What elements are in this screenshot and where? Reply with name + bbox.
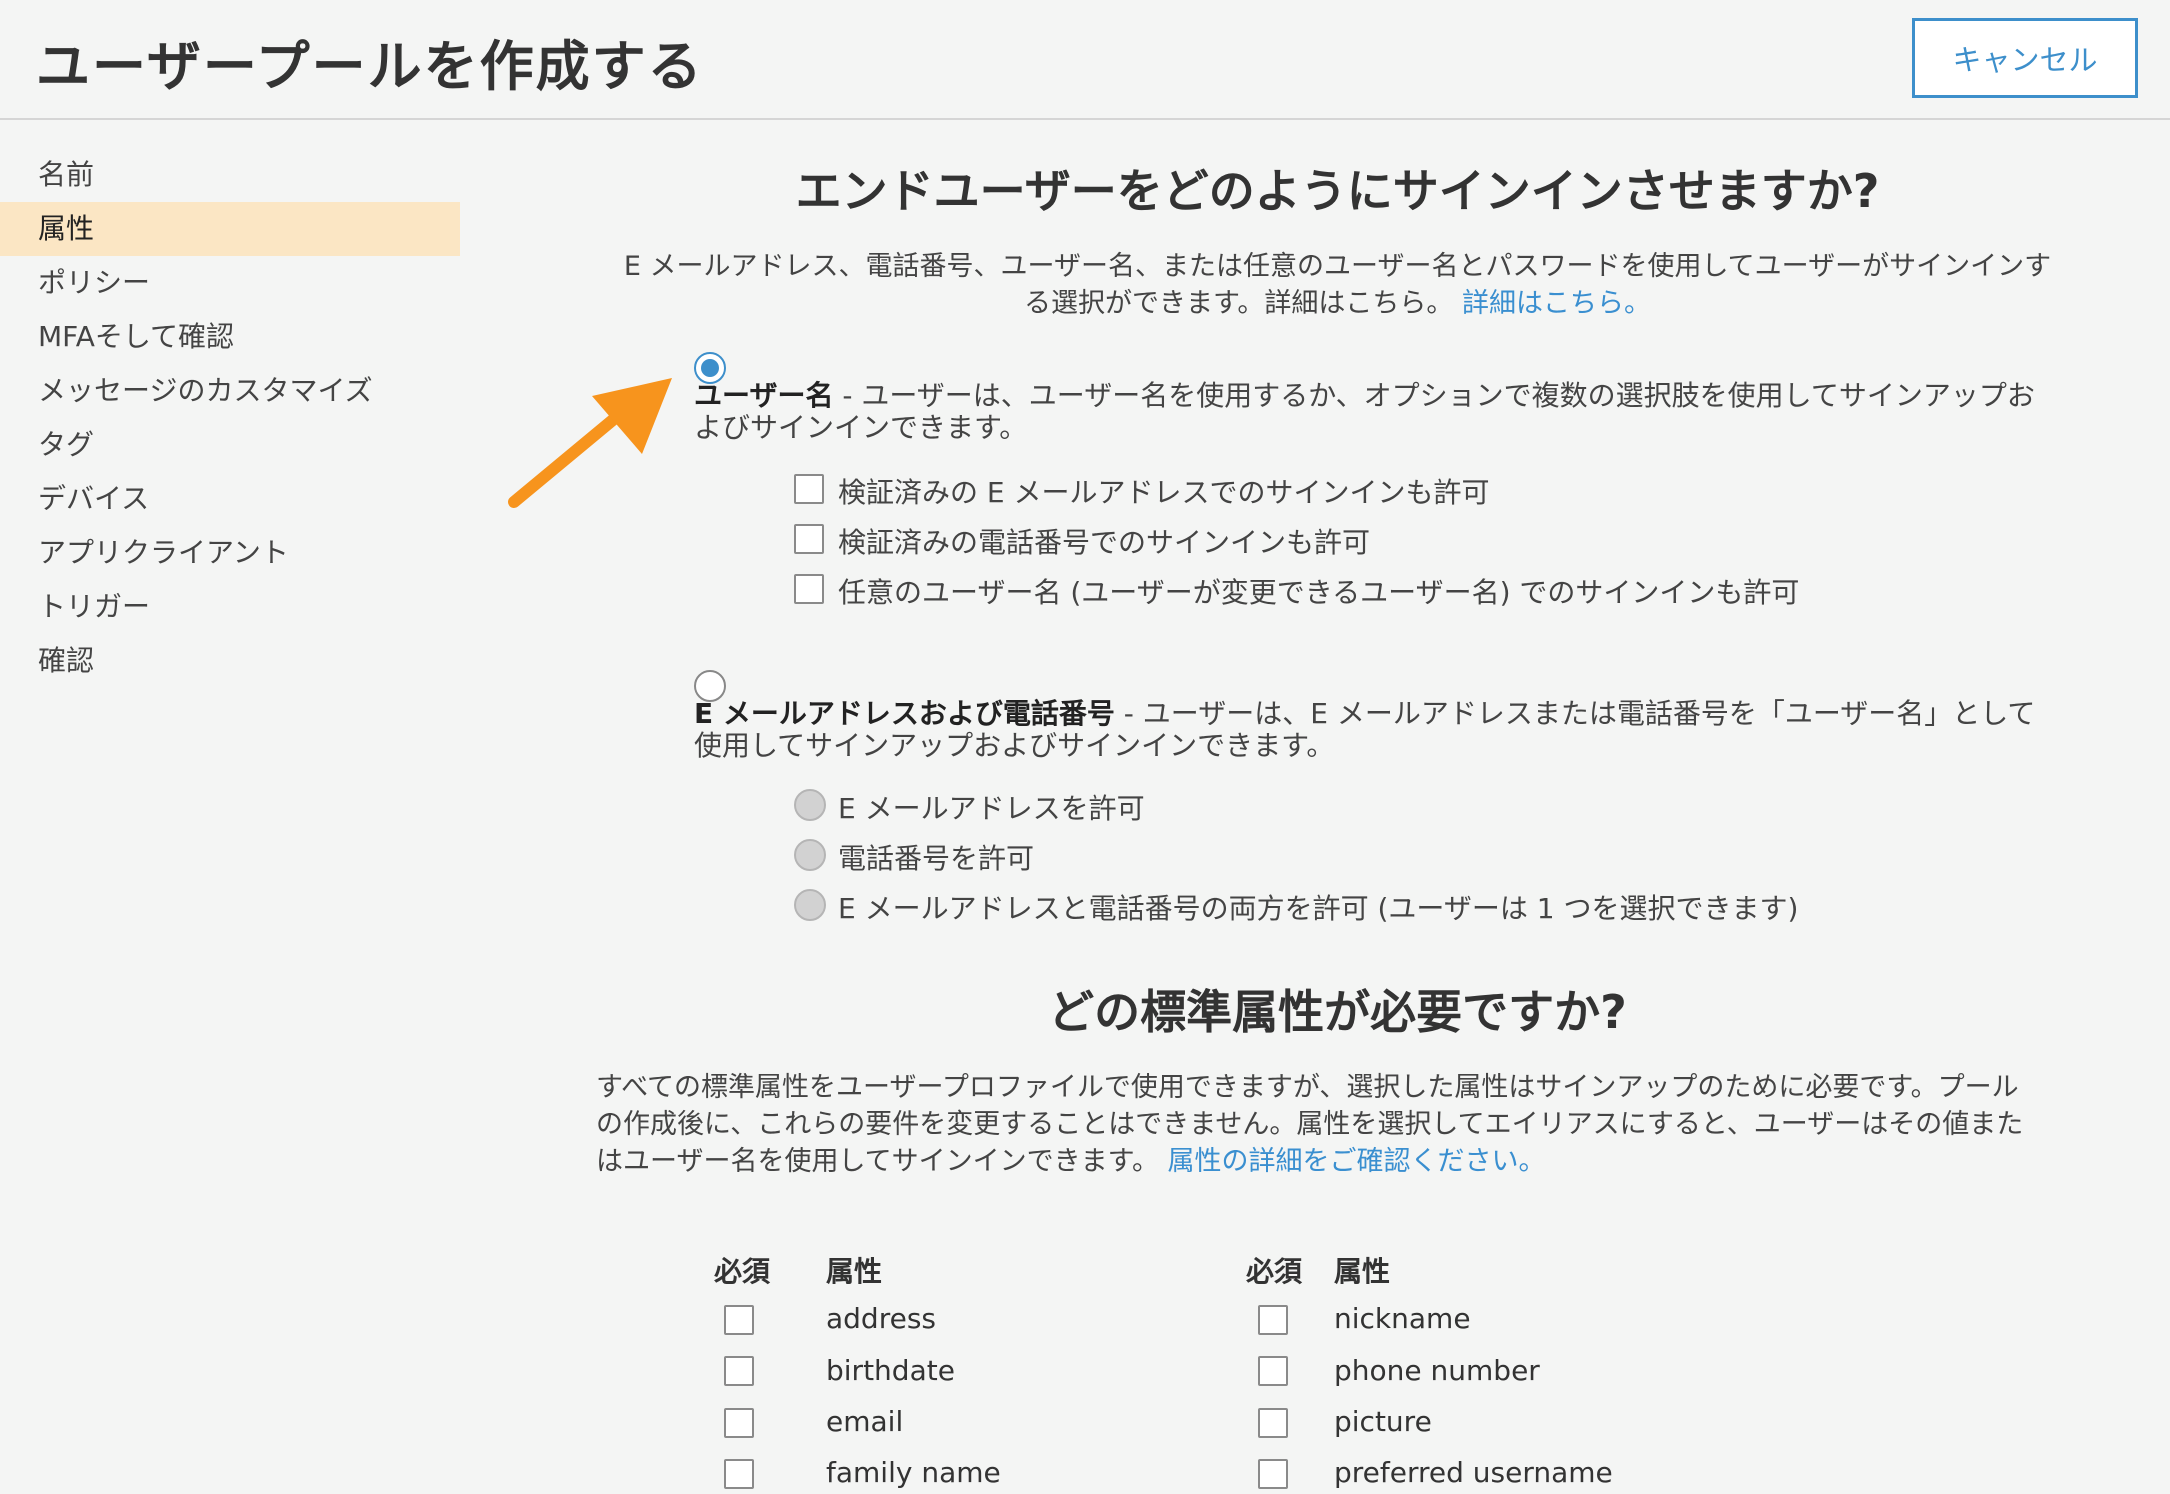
allow-preferred-username-label: 任意のユーザー名 (ユーザーが変更できるユーザー名) でのサインインも許可: [838, 576, 1800, 609]
email-phone-option-desc-line1: - ユーザーは、E メールアドレスまたは電話番号を「ユーザー名」として: [1114, 697, 2036, 730]
page-title: ユーザープールを作成する: [36, 35, 704, 98]
required-checkbox-family-name[interactable]: [724, 1459, 754, 1489]
sidebar-item-name[interactable]: 名前: [0, 148, 460, 202]
attribute-address: address: [826, 1302, 937, 1335]
required-checkbox-phone-number[interactable]: [1258, 1356, 1288, 1386]
allow-phone-signin-label: 検証済みの電話番号でのサインインも許可: [838, 526, 1371, 559]
required-column-header: 必須: [714, 1255, 771, 1288]
sidebar-item-devices[interactable]: デバイス: [0, 472, 460, 526]
email-phone-option-line1: E メールアドレスおよび電話番号 - ユーザーは、E メールアドレスまたは電話番…: [694, 698, 2064, 730]
sidebar: 名前 属性 ポリシー MFAそして確認 メッセージのカスタマイズ タグ デバイス…: [0, 148, 460, 688]
attributes-desc-line3-wrap: はユーザー名を使用してサインインできます。 属性の詳細をご確認ください。: [596, 1143, 2086, 1180]
required-checkbox-picture[interactable]: [1258, 1408, 1288, 1438]
attribute-birthdate: birthdate: [826, 1354, 955, 1387]
username-option-title: ユーザー名: [694, 379, 834, 412]
username-option-text: ユーザー名 - ユーザーは、ユーザー名を使用するか、オプションで複数の選択肢を使…: [694, 380, 2064, 444]
username-option-desc-line2: よびサインインできます。: [694, 411, 1028, 444]
required-checkbox-birthdate[interactable]: [724, 1356, 754, 1386]
signin-desc-line2-wrap: る選択ができます。詳細はこちら。 詳細はこちら。: [600, 285, 2075, 322]
attributes-desc-line2: の作成後に、これらの要件を変更することはできません。属性を選択してエイリアスにす…: [596, 1109, 2024, 1140]
arrow-icon: [508, 378, 672, 508]
username-option-line1: ユーザー名 - ユーザーは、ユーザー名を使用するか、オプションで複数の選択肢を使…: [694, 380, 2064, 412]
attribute-column-header-right: 属性: [1334, 1255, 1391, 1288]
allow-email-radio[interactable]: [794, 789, 826, 821]
allow-both-radio[interactable]: [794, 889, 826, 921]
sidebar-item-mfa[interactable]: MFAそして確認: [0, 310, 460, 364]
allow-email-signin-label: 検証済みの E メールアドレスでのサインインも許可: [838, 476, 1490, 509]
attribute-nickname: nickname: [1334, 1302, 1471, 1335]
sidebar-item-app-clients[interactable]: アプリクライアント: [0, 526, 460, 580]
attributes-desc-line1: すべての標準属性をユーザープロファイルで使用できますが、選択した属性はサインアッ…: [596, 1072, 2019, 1103]
cancel-button[interactable]: キャンセル: [1912, 18, 2138, 98]
sidebar-item-policies[interactable]: ポリシー: [0, 256, 460, 310]
signin-desc-line2: る選択ができます。詳細はこちら。: [1024, 288, 1454, 319]
signin-heading: エンドユーザーをどのようにサインインさせますか?: [795, 164, 1880, 218]
header: ユーザープールを作成する キャンセル: [0, 0, 2170, 120]
allow-preferred-username-checkbox[interactable]: [794, 574, 824, 604]
attribute-family-name: family name: [826, 1456, 1001, 1489]
sidebar-item-attributes[interactable]: 属性: [0, 202, 460, 256]
sidebar-item-review[interactable]: 確認: [0, 634, 460, 688]
attributes-heading: どの標準属性が必要ですか?: [1048, 985, 1627, 1039]
attribute-email: email: [826, 1405, 904, 1438]
email-phone-option-text: E メールアドレスおよび電話番号 - ユーザーは、E メールアドレスまたは電話番…: [694, 698, 2064, 762]
required-checkbox-email[interactable]: [724, 1408, 754, 1438]
sidebar-item-triggers[interactable]: トリガー: [0, 580, 460, 634]
signin-desc-line1: E メールアドレス、電話番号、ユーザー名、または任意のユーザー名とパスワードを使…: [623, 251, 2052, 282]
email-phone-option-desc-line2: 使用してサインアップおよびサインインできます。: [694, 729, 1335, 762]
attributes-description: すべての標準属性をユーザープロファイルで使用できますが、選択した属性はサインアッ…: [596, 1069, 2086, 1180]
allow-email-signin-checkbox[interactable]: [794, 474, 824, 504]
allow-phone-radio[interactable]: [794, 839, 826, 871]
required-checkbox-preferred-username[interactable]: [1258, 1459, 1288, 1489]
allow-phone-label: 電話番号を許可: [838, 842, 1035, 875]
username-option-desc-line1: - ユーザーは、ユーザー名を使用するか、オプションで複数の選択肢を使用してサイン…: [833, 379, 2035, 412]
required-checkbox-address[interactable]: [724, 1305, 754, 1335]
attribute-preferred-username: preferred username: [1334, 1456, 1613, 1489]
sidebar-item-messages[interactable]: メッセージのカスタマイズ: [0, 364, 460, 418]
allow-both-label: E メールアドレスと電話番号の両方を許可 (ユーザーは 1 つを選択できます): [838, 892, 1799, 925]
signin-learn-more-link[interactable]: 詳細はこちら。: [1462, 288, 1651, 319]
attributes-desc-line3: はユーザー名を使用してサインインできます。: [596, 1146, 1159, 1177]
attribute-picture: picture: [1334, 1405, 1432, 1438]
attributes-learn-more-link[interactable]: 属性の詳細をご確認ください。: [1168, 1146, 1546, 1177]
sidebar-item-tags[interactable]: タグ: [0, 418, 460, 472]
required-checkbox-nickname[interactable]: [1258, 1305, 1288, 1335]
allow-email-label: E メールアドレスを許可: [838, 792, 1145, 825]
signin-description: E メールアドレス、電話番号、ユーザー名、または任意のユーザー名とパスワードを使…: [600, 248, 2075, 322]
email-phone-option-title: E メールアドレスおよび電話番号: [694, 697, 1115, 730]
attribute-phone-number: phone number: [1334, 1354, 1540, 1387]
required-column-header-right: 必須: [1246, 1255, 1303, 1288]
allow-phone-signin-checkbox[interactable]: [794, 524, 824, 554]
attribute-column-header: 属性: [826, 1255, 883, 1288]
